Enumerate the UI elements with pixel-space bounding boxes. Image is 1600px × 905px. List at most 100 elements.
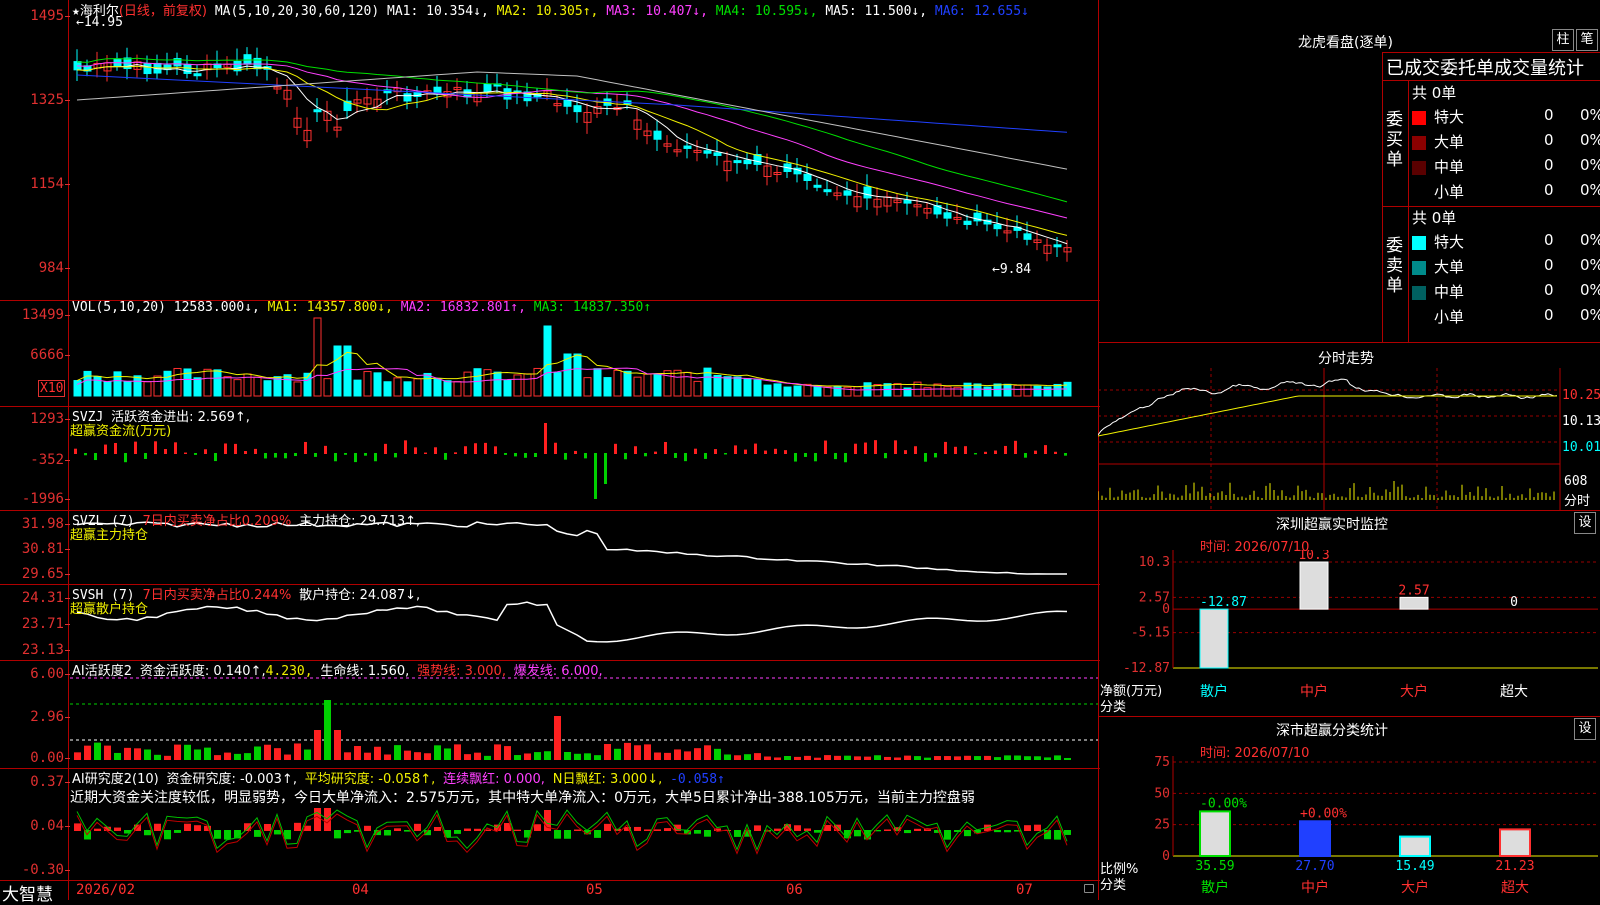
candle-body <box>243 54 252 65</box>
active-bar <box>974 756 981 760</box>
svzj-bar <box>834 453 837 460</box>
volume-bar <box>753 379 762 397</box>
volume-bar <box>173 367 182 397</box>
sell-side-label: 委卖单 <box>1386 236 1403 296</box>
svzj-bar <box>194 453 197 455</box>
research-bar <box>344 830 351 834</box>
research-bar <box>574 829 581 831</box>
active-bar <box>814 757 821 760</box>
volume-bar <box>493 371 502 397</box>
svzj-bar <box>524 453 527 458</box>
svzj-bar <box>604 453 607 484</box>
classify-change-label: -0.00% <box>1200 796 1247 811</box>
svzj-bar <box>634 446 637 454</box>
research-bar <box>594 830 601 838</box>
classify-bar <box>1199 810 1231 857</box>
svsh-subtitle: 超赢散户持仓 <box>70 602 149 617</box>
candle-body <box>713 152 722 156</box>
bar-view-button[interactable]: 柱 <box>1552 29 1574 51</box>
classify-y-label: 75 <box>1154 756 1170 770</box>
intraday-chart[interactable] <box>1098 368 1600 510</box>
volume-bar <box>223 376 232 397</box>
svzj-bar <box>694 448 697 454</box>
svzl-line <box>76 521 1067 575</box>
monitor-bar <box>1299 561 1329 610</box>
svzj-bar <box>944 441 947 454</box>
research-bar <box>1034 824 1041 831</box>
buy-row: 大单 0 0% <box>1412 131 1600 152</box>
candle-body <box>813 184 822 188</box>
ai-research-y-label: 0.37 <box>2 774 70 790</box>
ai-research-y-label: 0.04 <box>2 818 70 834</box>
svzl-hold: 主力持仓: 29.713↑, <box>299 514 421 529</box>
ai-research-e: -0.058↑ <box>670 772 725 787</box>
active-bar <box>944 756 951 760</box>
active-bar <box>614 748 621 760</box>
research-bar <box>334 830 341 839</box>
research-bar <box>264 823 271 831</box>
monitor-title: 深圳超赢实时监控 <box>1276 517 1388 533</box>
svzj-bar <box>564 453 567 460</box>
volume-bar <box>1053 383 1062 397</box>
volume-bar <box>733 376 742 397</box>
svzj-bar <box>974 453 977 455</box>
candle-body <box>903 199 912 204</box>
classify-category-label: 中户 <box>1301 879 1329 896</box>
svzj-bar <box>154 441 157 454</box>
active-bar <box>104 745 111 760</box>
svzj-bar <box>264 453 267 459</box>
monitor-bar-value: 10.3 <box>1298 550 1329 563</box>
active-bar <box>1054 755 1061 760</box>
volume-bar <box>663 370 672 397</box>
intraday-vol-label: 608 <box>1564 474 1588 489</box>
classify-settings-button[interactable]: 设 <box>1574 718 1596 740</box>
vol-y-label: 13499 <box>2 307 70 323</box>
svzj-y-label: 1293 <box>2 411 70 427</box>
svzj-bar <box>254 448 257 454</box>
svzj-bar <box>214 453 217 462</box>
active-bar <box>904 755 911 760</box>
date-label: 2026/02 <box>76 882 136 898</box>
volume-bar <box>593 368 602 397</box>
ai-research-header: AI研究度2(10) 资金研究度: -0.003↑, 平均研究度: -0.058… <box>72 768 725 787</box>
svzj-bar <box>844 453 847 463</box>
monitor-category-label: 散户 <box>1200 683 1228 700</box>
lock-icon[interactable] <box>1084 884 1094 893</box>
period-mode[interactable]: (日线，前复权) <box>119 4 207 19</box>
volume-bar <box>413 378 422 397</box>
intraday-price-label: 10.13 <box>1562 414 1600 429</box>
ai-active-y-label: 6.00 <box>2 666 70 682</box>
row-label: 特大 <box>1434 233 1465 251</box>
active-bar <box>564 752 571 760</box>
row-label: 中单 <box>1434 158 1465 176</box>
y-axis-line <box>68 0 69 900</box>
ai-active-b: 4.230, <box>265 664 313 679</box>
active-bar <box>114 752 121 760</box>
classify-category-label: 超大 <box>1501 880 1529 896</box>
main-chart-canvas[interactable] <box>0 0 1100 900</box>
svzj-subtitle: 超赢资金流(万元) <box>70 424 172 439</box>
active-bar <box>994 757 1001 760</box>
svzl-subtitle: 超赢主力持仓 <box>70 528 149 543</box>
active-bar <box>914 756 921 760</box>
active-bar <box>154 754 161 760</box>
volume-bar <box>623 370 632 397</box>
research-bar <box>1064 830 1071 835</box>
ai-active-e: 爆发线: 6.000, <box>513 664 603 679</box>
price-y-label: 1325 <box>2 92 70 108</box>
stats-tab[interactable]: 已成交委托单成交量统计 <box>1386 54 1584 80</box>
classify-bar-value: 21.23 <box>1495 859 1534 874</box>
svzj-bar <box>644 453 647 457</box>
active-bar <box>134 748 141 760</box>
svzj-bar <box>424 452 427 454</box>
volume-bar <box>93 375 102 397</box>
svzj-bar <box>114 443 117 454</box>
vol-ma2: MA2: 16832.801↑, <box>400 300 526 315</box>
volume-bar <box>153 375 162 397</box>
monitor-settings-button[interactable]: 设 <box>1574 512 1596 534</box>
monitor-y-label: -12.87 <box>1123 661 1170 676</box>
research-bar <box>1024 825 1031 831</box>
pen-view-button[interactable]: 笔 <box>1576 29 1598 51</box>
active-bar <box>314 730 321 760</box>
active-bar <box>964 755 971 760</box>
